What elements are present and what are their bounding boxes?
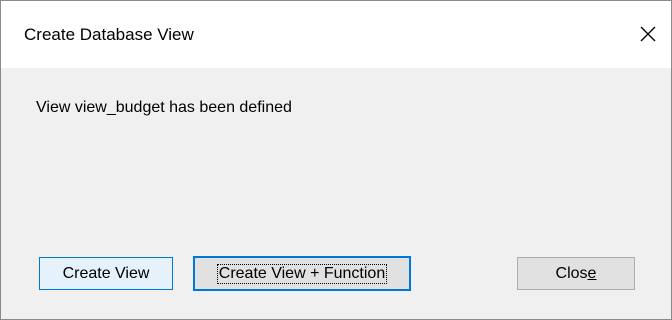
create-view-function-button-label: Create View + Function — [216, 263, 388, 284]
close-button-mnemonic: e — [587, 264, 597, 282]
dialog-body: View view_budget has been defined Create… — [1, 68, 671, 319]
window-title: Create Database View — [24, 25, 194, 44]
create-view-button[interactable]: Create View — [39, 257, 173, 290]
close-button-label-prefix: Clos — [555, 264, 588, 282]
create-view-button-label: Create View — [62, 264, 150, 282]
close-button-label: Close — [556, 265, 597, 283]
close-button[interactable]: Close — [517, 257, 635, 290]
create-view-function-button[interactable]: Create View + Function — [193, 256, 411, 291]
create-database-view-dialog: Create Database View View view_budget ha… — [0, 0, 672, 320]
status-message: View view_budget has been defined — [36, 99, 292, 116]
title-bar: Create Database View — [1, 1, 671, 68]
window-close-button[interactable] — [631, 17, 665, 51]
close-icon — [640, 26, 656, 42]
